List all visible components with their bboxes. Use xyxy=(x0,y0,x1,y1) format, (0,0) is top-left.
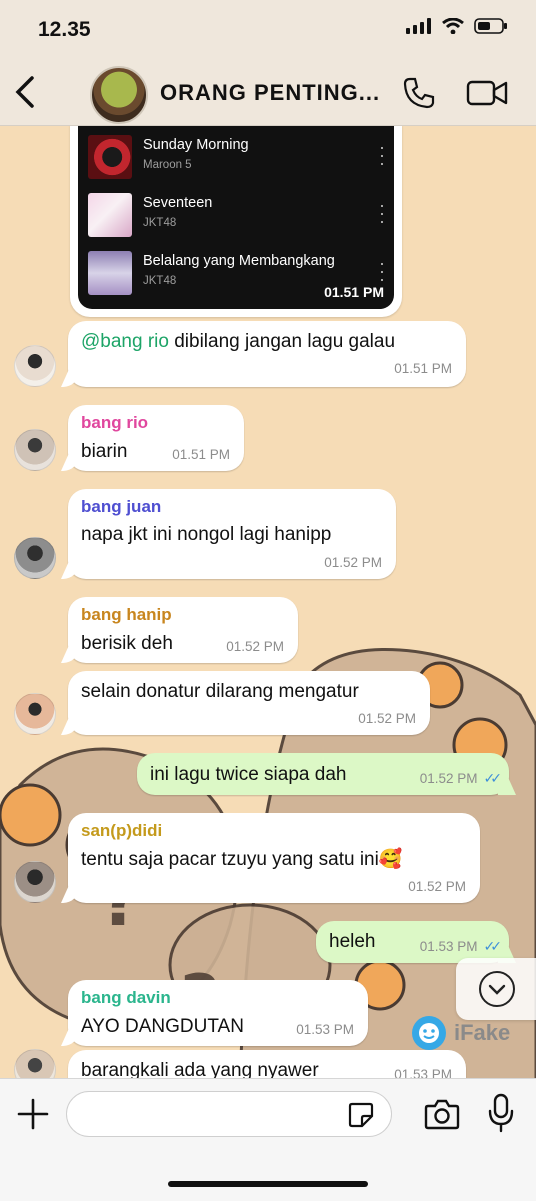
avatar[interactable] xyxy=(14,429,56,471)
wifi-icon xyxy=(442,18,464,34)
message-time: 01.51 PM xyxy=(172,447,230,462)
avatar[interactable] xyxy=(14,345,56,387)
track-artist: Maroon 5 xyxy=(143,159,192,171)
chat-title[interactable]: ORANG PENTING... xyxy=(160,80,380,106)
message-time: 01.52 PM xyxy=(408,879,466,894)
scroll-to-bottom-button[interactable] xyxy=(456,958,536,1020)
message-time: 01.52 PM xyxy=(226,639,284,654)
message-bubble[interactable]: bang davin AYO DANGDUTAN 01.53 PM xyxy=(68,980,368,1046)
avatar[interactable] xyxy=(14,1049,56,1080)
sender-name[interactable]: bang davin xyxy=(81,988,171,1008)
chat-header: 12.35 ORANG PENTING... xyxy=(0,0,536,126)
message-bubble[interactable]: @bang rio dibilang jangan lagu galau 01.… xyxy=(68,321,466,387)
message-time: 01.52 PM xyxy=(324,555,382,570)
sender-name[interactable]: bang juan xyxy=(81,497,161,517)
status-time: 12.35 xyxy=(38,18,91,41)
message-time: 01.51 PM xyxy=(394,361,452,376)
more-options-icon[interactable]: · · · xyxy=(376,254,388,288)
battery-icon xyxy=(474,18,507,34)
message-text: barangkali ada yang nyawer xyxy=(81,1060,319,1080)
sticker-button[interactable] xyxy=(348,1102,374,1128)
mention-link[interactable]: @bang rio xyxy=(81,331,169,352)
message-bubble[interactable]: bang hanip berisik deh 01.52 PM xyxy=(68,597,298,663)
message-text: dibilang jangan lagu galau xyxy=(168,331,396,352)
home-indicator xyxy=(168,1181,368,1187)
group-avatar[interactable] xyxy=(90,66,148,124)
message-bubble[interactable]: bang rio biarin 01.51 PM xyxy=(68,405,244,471)
chevron-left-icon xyxy=(15,76,34,108)
message-input[interactable] xyxy=(66,1091,392,1137)
message-text: selain donatur dilarang mengatur xyxy=(81,681,359,702)
chevron-down-icon xyxy=(479,971,515,1007)
track-artist: JKT48 xyxy=(143,217,177,229)
message-text: biarin xyxy=(81,441,128,462)
playlist-track[interactable]: Seventeen JKT48 · · · xyxy=(88,191,388,239)
sender-name[interactable]: bang hanip xyxy=(81,605,172,625)
outgoing-message-bubble[interactable]: ini lagu twice siapa dah 01.52 PM ✓✓ xyxy=(137,753,509,795)
avatar[interactable] xyxy=(14,537,56,579)
playlist-preview: Sunday Morning Maroon 5 · · · Seventeen JK… xyxy=(78,125,394,309)
camera-button[interactable] xyxy=(424,1097,460,1131)
microphone-icon xyxy=(488,1093,514,1133)
message-text: napa jkt ini nongol lagi hanipp xyxy=(81,524,332,545)
avatar[interactable] xyxy=(14,693,56,735)
avatar[interactable] xyxy=(14,861,56,903)
more-options-icon[interactable]: · · · xyxy=(376,196,388,230)
app-watermark: iFake xyxy=(412,1016,510,1050)
phone-icon xyxy=(403,77,435,109)
plus-icon xyxy=(17,1098,49,1130)
sender-name[interactable]: san(p)didi xyxy=(81,821,162,841)
microphone-button[interactable] xyxy=(488,1093,514,1133)
more-options-icon[interactable]: · · · xyxy=(376,138,388,172)
message-text: berisik deh xyxy=(81,633,173,654)
track-title: Sunday Morning xyxy=(143,137,249,153)
video-camera-icon xyxy=(466,80,508,106)
message-text: tentu saja pacar tzuyu yang satu ini🥰 xyxy=(81,849,403,870)
attach-button[interactable] xyxy=(16,1097,50,1131)
message-bubble[interactable]: bang juan napa jkt ini nongol lagi hanip… xyxy=(68,489,396,579)
video-call-button[interactable] xyxy=(466,78,508,108)
message-bubble[interactable]: selain donatur dilarang mengatur 01.52 P… xyxy=(68,671,430,735)
message-time: 01.53 PM xyxy=(419,939,478,954)
message-time: 01.52 PM xyxy=(419,771,478,786)
outgoing-message-bubble[interactable]: heleh 01.53 PM ✓✓ xyxy=(316,921,509,963)
message-text: AYO DANGDUTAN xyxy=(81,1016,244,1037)
read-receipt-icon: ✓✓ xyxy=(483,938,503,954)
watermark-text: iFake xyxy=(454,1020,511,1045)
shared-playlist-message[interactable]: Sunday Morning Maroon 5 · · · Seventeen JK… xyxy=(70,125,402,317)
message-bubble[interactable]: san(p)didi tentu saja pacar tzuyu yang s… xyxy=(68,813,480,903)
sticker-icon xyxy=(348,1102,374,1128)
message-list[interactable]: Sunday Morning Maroon 5 · · · Seventeen JK… xyxy=(0,125,536,1080)
message-text: ini lagu twice siapa dah xyxy=(150,764,347,785)
message-text: heleh xyxy=(329,931,376,952)
message-bubble[interactable]: barangkali ada yang nyawer 01.53 PM xyxy=(68,1050,466,1080)
album-cover xyxy=(88,251,132,295)
ifake-logo-icon xyxy=(412,1016,446,1050)
sender-name[interactable]: bang rio xyxy=(81,413,148,433)
track-artist: JKT48 xyxy=(143,275,177,287)
album-cover xyxy=(88,193,132,237)
read-receipt-icon: ✓✓ xyxy=(483,770,503,786)
signal-icon xyxy=(406,18,431,34)
message-time: 01.53 PM xyxy=(296,1022,354,1037)
voice-call-button[interactable] xyxy=(402,76,436,110)
track-title: Seventeen xyxy=(143,195,213,211)
back-button[interactable] xyxy=(10,72,44,112)
camera-icon xyxy=(424,1099,460,1130)
message-time: 01.52 PM xyxy=(358,711,416,726)
message-composer xyxy=(0,1078,536,1201)
message-time: 01.51 PM xyxy=(324,284,384,300)
track-title: Belalang yang Membangkang xyxy=(143,253,335,269)
playlist-track[interactable]: Sunday Morning Maroon 5 · · · xyxy=(88,133,388,181)
status-icons xyxy=(406,18,508,34)
album-cover xyxy=(88,135,132,179)
